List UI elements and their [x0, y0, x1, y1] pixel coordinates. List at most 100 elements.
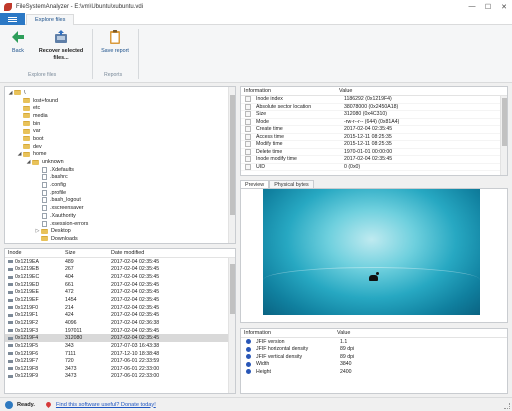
scrollbar-thumb[interactable]: [230, 264, 235, 314]
tree-folder-item[interactable]: etc: [5, 104, 235, 112]
tree-folder-item[interactable]: Downloads: [5, 235, 235, 243]
value-col-header[interactable]: Value: [339, 88, 352, 94]
folder-icon: [23, 128, 30, 134]
app-menu-button[interactable]: [0, 13, 25, 25]
expand-toggle-icon[interactable]: ◢: [7, 90, 14, 96]
info-row[interactable]: Access time 2015-12-11 08:25:35: [241, 133, 507, 141]
tree-file-item[interactable]: .Xauthority: [5, 212, 235, 220]
inode-row[interactable]: 0x1219EF 1454 2017-02-04 02:35:45: [5, 296, 235, 304]
tree-vertical-scrollbar[interactable]: [228, 87, 235, 243]
inode-row[interactable]: 0x1219EE 472 2017-02-04 02:35:45: [5, 289, 235, 297]
inode-row[interactable]: 0x1219ED 661 2017-02-04 02:35:45: [5, 281, 235, 289]
save-report-button[interactable]: Save report: [98, 29, 132, 55]
tree-file-item[interactable]: .bash_logout: [5, 197, 235, 205]
image-info-value: 89 dpi: [340, 346, 355, 353]
image-info-row[interactable]: Width 3840: [241, 361, 507, 369]
minimize-button[interactable]: —: [464, 0, 480, 13]
ribbon-separator: [138, 29, 139, 79]
tree-folder-item[interactable]: bin: [5, 120, 235, 128]
inode-row[interactable]: 0x1219F6 7111 2017-12-10 18:38:48: [5, 350, 235, 358]
info-row[interactable]: Size 312080 (0x4C310): [241, 111, 507, 119]
modified-cell: 2017-02-04 02:35:45: [111, 281, 160, 288]
tree-folder-item[interactable]: dev: [5, 143, 235, 151]
image-info-row[interactable]: JFIF horizontal density 89 dpi: [241, 346, 507, 354]
folder-icon: [23, 113, 30, 119]
folder-icon: [23, 144, 30, 150]
inode-row[interactable]: 0x1219F1 424 2017-02-04 02:35:45: [5, 311, 235, 319]
file-icon: [42, 205, 47, 212]
tree-folder-item[interactable]: boot: [5, 135, 235, 143]
image-info-row[interactable]: JFIF version 1.1: [241, 338, 507, 346]
modified-cell: 2017-02-04 02:35:45: [111, 327, 160, 334]
tree-folder-item[interactable]: Templates: [5, 243, 235, 244]
tree-item-label: \: [24, 89, 26, 96]
inode-row[interactable]: 0x1219EA 489 2017-02-04 02:35:45: [5, 258, 235, 266]
info-row[interactable]: Create time 2017-02-04 02:35:45: [241, 126, 507, 134]
tree-folder-item[interactable]: ◢ \: [5, 89, 235, 97]
tree-file-item[interactable]: .xscreensaver: [5, 204, 235, 212]
info-row[interactable]: Mode -rw-r--r-- (644) (0x81A4): [241, 118, 507, 126]
close-button[interactable]: ✕: [496, 0, 512, 13]
tree-file-item[interactable]: .config: [5, 181, 235, 189]
modified-cell: 2017-02-04 02:35:45: [111, 335, 160, 342]
property-icon: [245, 163, 251, 170]
info-row[interactable]: Absolute sector location 38078000 (0x2450…: [241, 103, 507, 111]
scrollbar-thumb[interactable]: [502, 98, 507, 146]
col-size-header[interactable]: Size: [65, 250, 111, 256]
image-info-row[interactable]: Height 2400: [241, 368, 507, 376]
inode-info-list: Inode index 1186292 (0x1219F4) Absolute se…: [241, 96, 507, 171]
scrollbar-thumb[interactable]: [230, 95, 235, 215]
info-row[interactable]: Inode index 1186292 (0x1219F4): [241, 96, 507, 104]
back-button[interactable]: Back: [6, 29, 30, 55]
folder-icon: [23, 121, 30, 127]
resize-grip[interactable]: [504, 403, 510, 409]
inode-row[interactable]: 0x1219F0 214 2017-02-04 02:35:45: [5, 304, 235, 312]
info-row[interactable]: Inode modify time 2017-02-04 02:35:45: [241, 156, 507, 164]
col-modified-header[interactable]: Date modified: [111, 250, 211, 256]
inode-row[interactable]: 0x1219F2 4096 2017-02-04 02:36:38: [5, 319, 235, 327]
info-col-header[interactable]: Information: [241, 88, 339, 94]
expand-toggle-icon[interactable]: ◢: [16, 151, 23, 157]
tree-folder-item[interactable]: ▷ Desktop: [5, 227, 235, 235]
info-col-header[interactable]: Information: [241, 330, 337, 336]
value-col-header[interactable]: Value: [337, 330, 350, 336]
tree-folder-item[interactable]: media: [5, 112, 235, 120]
inode-row[interactable]: 0x1219F5 343 2017-07-03 16:43:38: [5, 342, 235, 350]
tree-folder-item[interactable]: var: [5, 127, 235, 135]
inode-row[interactable]: 0x1219F7 720 2017-06-01 22:33:59: [5, 357, 235, 365]
window-controls: — ☐ ✕: [464, 0, 512, 13]
info-value: 2015-12-11 08:25:35: [344, 133, 392, 140]
recover-files-button[interactable]: Recover selected files...: [36, 29, 86, 61]
tree-file-item[interactable]: .bashrc: [5, 174, 235, 182]
maximize-button[interactable]: ☐: [480, 0, 496, 13]
col-inode-header[interactable]: Inode: [5, 250, 65, 256]
tree-file-item[interactable]: .Xdefaults: [5, 166, 235, 174]
info-row[interactable]: UID 0 (0x0): [241, 163, 507, 171]
tree-folder-item[interactable]: ◢ home: [5, 151, 235, 159]
tree-file-item[interactable]: .profile: [5, 189, 235, 197]
folder-icon: [41, 228, 48, 234]
tab-explore-files[interactable]: Explore files: [26, 14, 75, 25]
inode-row[interactable]: 0x1219F3 197011 2017-02-04 02:35:45: [5, 327, 235, 335]
expand-toggle-icon[interactable]: ◢: [25, 159, 32, 165]
tree-folder-item[interactable]: lost+found: [5, 97, 235, 105]
expand-toggle-icon[interactable]: ▷: [34, 228, 41, 234]
inode-row[interactable]: 0x1219F4 312080 2017-02-04 02:35:45: [5, 334, 235, 343]
info-label: Modify time: [256, 141, 283, 148]
inode-cell: 0x1219EE: [5, 289, 65, 295]
tree-folder-item[interactable]: ◢ unknown: [5, 158, 235, 166]
inode-vertical-scrollbar[interactable]: [228, 258, 235, 393]
folder-icon: [41, 236, 48, 242]
tree-file-item[interactable]: .xsession-errors: [5, 220, 235, 228]
inode-row[interactable]: 0x1219EB 267 2017-02-04 02:35:45: [5, 266, 235, 274]
property-icon: [245, 148, 251, 155]
reports-group-label: Reports: [104, 72, 123, 78]
inode-row[interactable]: 0x1219EC 404 2017-02-04 02:35:45: [5, 273, 235, 281]
inode-row[interactable]: 0x1219F8 3473 2017-06-01 22:33:00: [5, 365, 235, 373]
info-vertical-scrollbar[interactable]: [500, 96, 507, 175]
inode-row[interactable]: 0x1219F9 3473 2017-06-01 22:33:00: [5, 373, 235, 381]
info-row[interactable]: Delete time 1970-01-01 00:00:00: [241, 148, 507, 156]
info-row[interactable]: Modify time 2015-12-11 08:25:35: [241, 141, 507, 149]
image-info-row[interactable]: JFIF vertical density 89 dpi: [241, 353, 507, 361]
donate-link[interactable]: Find this software useful? Donate today!: [56, 402, 156, 408]
